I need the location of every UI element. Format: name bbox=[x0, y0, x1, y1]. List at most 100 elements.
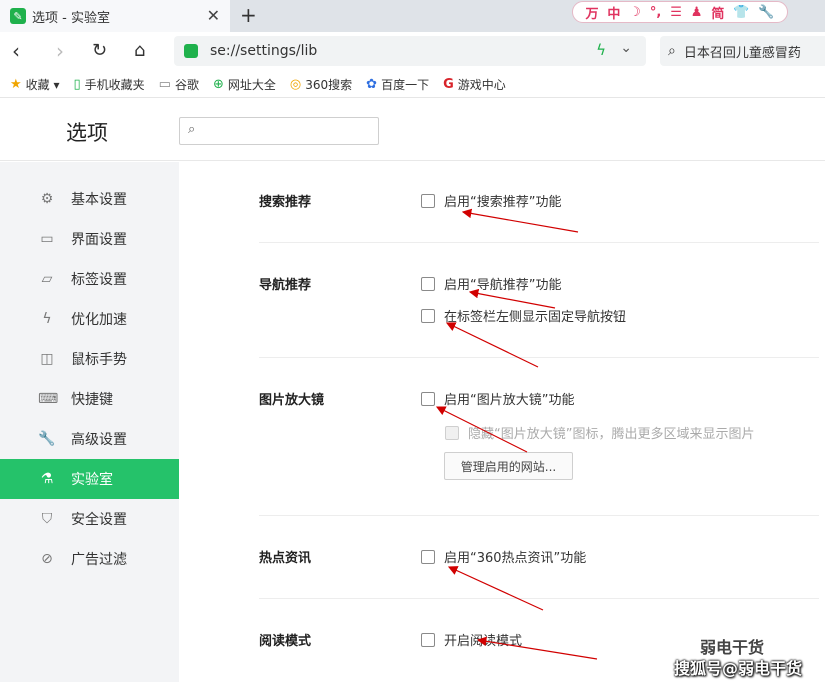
bookmark-360search[interactable]: ◎ 360搜索 bbox=[290, 76, 352, 93]
search-icon: ⌕ bbox=[188, 122, 196, 137]
search-box[interactable]: ⌕ 日本召回儿童感冒药 bbox=[660, 36, 825, 66]
chevron-down-icon[interactable]: ⌄ bbox=[620, 40, 632, 56]
bookmark-label: 360搜索 bbox=[305, 78, 353, 92]
bookmark-label: 收藏 ▾ bbox=[25, 78, 60, 92]
bookmarks-bar: ★ 收藏 ▾ ▯ 手机收藏夹 ▭ 谷歌 ⊕ 网址大全 ◎ 360搜索 ✿ 百度一下 G 游戏中… bbox=[0, 72, 825, 98]
toolstrip-icon[interactable]: ♟ bbox=[691, 5, 703, 20]
bookmark-label: 谷歌 bbox=[174, 78, 199, 92]
sidebar-item-tabs[interactable]: ▱ 标签设置 bbox=[0, 259, 179, 299]
sidebar-item-label: 快捷键 bbox=[71, 392, 113, 408]
laptop-icon: ▱ bbox=[41, 271, 53, 287]
close-tab-icon[interactable]: ✕ bbox=[207, 6, 220, 25]
magnifier-checkbox[interactable]: 启用“图片放大镜”功能 bbox=[421, 389, 574, 408]
bookmark-games[interactable]: G 游戏中心 bbox=[443, 76, 506, 93]
checkbox-box[interactable] bbox=[421, 632, 435, 647]
option-label: 启用“图片放大镜”功能 bbox=[444, 393, 575, 408]
back-arrow-icon[interactable]: ‹ bbox=[12, 39, 20, 63]
toolstrip-icon[interactable]: °, bbox=[650, 5, 661, 20]
option-label: 启用“导航推荐”功能 bbox=[444, 278, 562, 293]
settings-search-input[interactable]: ⌕ bbox=[179, 117, 379, 145]
lightning-icon: ϟ bbox=[42, 311, 52, 327]
new-tab-button[interactable]: + bbox=[240, 3, 257, 27]
toolstrip-icon[interactable]: 中 bbox=[607, 3, 620, 22]
toolstrip: 万 中 ☽ °, ☰ ♟ 简 👕 🔧 bbox=[572, 1, 788, 23]
hide-magnifier-icon-checkbox[interactable]: 隐藏“图片放大镜”图标，腾出更多区域来显示图片 bbox=[445, 423, 754, 442]
sidebar-item-speed[interactable]: ϟ 优化加速 bbox=[0, 299, 179, 339]
sidebar-item-lab[interactable]: ⚗ 实验室 bbox=[0, 459, 179, 499]
section-search-recommend: 搜索推荐 启用“搜索推荐”功能 bbox=[259, 162, 819, 243]
sidebar-item-label: 安全设置 bbox=[71, 512, 127, 528]
sidebar-item-security[interactable]: ⛉ 安全设置 bbox=[0, 499, 179, 539]
toolstrip-icon[interactable]: 👕 bbox=[733, 5, 749, 20]
option-label: 开启阅读模式 bbox=[444, 634, 523, 649]
section-nav-recommend: 导航推荐 启用“导航推荐”功能 在标签栏左侧显示固定导航按钮 bbox=[259, 243, 819, 358]
settings-content: 搜索推荐 启用“搜索推荐”功能 导航推荐 启用“导航推荐”功能 在标签栏左侧显示… bbox=[179, 162, 825, 682]
bookmark-directory[interactable]: ⊕ 网址大全 bbox=[213, 76, 276, 93]
search-icon: ⌕ bbox=[668, 43, 676, 59]
home-icon[interactable]: ⌂ bbox=[134, 40, 145, 61]
search-recommend-checkbox[interactable]: 启用“搜索推荐”功能 bbox=[421, 191, 561, 210]
reading-mode-checkbox[interactable]: 开启阅读模式 bbox=[421, 630, 522, 649]
page-icon: ▭ bbox=[158, 77, 171, 92]
sidebar-item-adblock[interactable]: ⊘ 广告过滤 bbox=[0, 539, 179, 579]
keyboard-icon: ⌨ bbox=[38, 391, 59, 407]
reload-icon[interactable]: ↻ bbox=[92, 40, 107, 61]
hot-news-checkbox[interactable]: 启用“360热点资讯”功能 bbox=[421, 547, 586, 566]
toolstrip-icon[interactable]: 🔧 bbox=[758, 5, 774, 20]
sidebar-item-label: 标签设置 bbox=[71, 272, 127, 288]
tab-title: 选项 - 实验室 bbox=[32, 10, 110, 26]
tab-bar: ✎ 选项 - 实验室 ✕ + 万 中 ☽ °, ☰ ♟ 简 👕 🔧 bbox=[0, 0, 825, 32]
sidebar-item-advanced[interactable]: 🔧 高级设置 bbox=[0, 419, 179, 459]
speed-mode-icon[interactable]: ϟ bbox=[596, 41, 606, 59]
sidebar-item-label: 实验室 bbox=[71, 472, 113, 488]
option-label: 启用“搜索推荐”功能 bbox=[444, 195, 562, 210]
settings-sidebar: ⚙ 基本设置 ▭ 界面设置 ▱ 标签设置 ϟ 优化加速 ◫ 鼠标手势 ⌨ 快捷键 🔧 高级设置… bbox=[0, 162, 179, 682]
section-title: 图片放大镜 bbox=[259, 393, 325, 408]
wrench-icon: 🔧 bbox=[38, 431, 56, 447]
forward-arrow-icon[interactable]: › bbox=[56, 39, 64, 63]
fixed-nav-button-checkbox[interactable]: 在标签栏左侧显示固定导航按钮 bbox=[421, 306, 626, 325]
window-icon: ▭ bbox=[40, 231, 54, 247]
tab-settings[interactable]: ✎ 选项 - 实验室 ✕ bbox=[0, 0, 230, 32]
watermark-source: 搜狐号@弱电干货 bbox=[674, 659, 803, 678]
toolstrip-icon[interactable]: ☽ bbox=[629, 5, 641, 20]
bookmark-favorites[interactable]: ★ 收藏 ▾ bbox=[10, 76, 60, 93]
checkbox-box[interactable] bbox=[421, 391, 435, 406]
checkbox-box[interactable] bbox=[445, 425, 459, 440]
checkbox-box[interactable] bbox=[421, 308, 435, 323]
option-label: 启用“360热点资讯”功能 bbox=[444, 551, 587, 566]
sidebar-item-basic[interactable]: ⚙ 基本设置 bbox=[0, 179, 179, 219]
sidebar-item-label: 基本设置 bbox=[71, 192, 127, 208]
mouse-icon: ◫ bbox=[40, 351, 54, 367]
checkbox-box[interactable] bbox=[421, 276, 435, 291]
navigation-bar: ‹ › ↻ ⌂ se://settings/lib ϟ ⌄ ⌕ 日本召回儿童感冒… bbox=[0, 32, 825, 72]
settings-header: 选项 ⌕ bbox=[0, 99, 825, 161]
section-title: 搜索推荐 bbox=[259, 195, 312, 210]
nav-recommend-checkbox[interactable]: 启用“导航推荐”功能 bbox=[421, 274, 561, 293]
flask-icon: ⚗ bbox=[40, 471, 54, 487]
url-text: se://settings/lib bbox=[210, 43, 318, 59]
toolstrip-icon[interactable]: 万 bbox=[585, 3, 598, 22]
bookmark-label: 百度一下 bbox=[381, 78, 430, 92]
sidebar-item-interface[interactable]: ▭ 界面设置 bbox=[0, 219, 179, 259]
option-label: 在标签栏左侧显示固定导航按钮 bbox=[444, 310, 627, 325]
address-bar[interactable]: se://settings/lib ϟ ⌄ bbox=[174, 36, 646, 66]
bookmark-baidu[interactable]: ✿ 百度一下 bbox=[366, 76, 429, 93]
game-center-icon: G bbox=[443, 77, 454, 92]
bookmark-mobile[interactable]: ▯ 手机收藏夹 bbox=[74, 76, 145, 93]
browser-logo-icon: ✎ bbox=[10, 8, 26, 24]
bookmark-label: 手机收藏夹 bbox=[84, 78, 145, 92]
checkbox-box[interactable] bbox=[421, 193, 435, 208]
toolstrip-icon[interactable]: ☰ bbox=[670, 5, 682, 20]
sidebar-item-shortcuts[interactable]: ⌨ 快捷键 bbox=[0, 379, 179, 419]
checkbox-box[interactable] bbox=[421, 549, 435, 564]
page-title: 选项 bbox=[66, 121, 108, 145]
section-hot-news: 热点资讯 启用“360热点资讯”功能 bbox=[259, 516, 819, 599]
toolstrip-icon[interactable]: 简 bbox=[711, 3, 724, 22]
sidebar-item-mouse[interactable]: ◫ 鼠标手势 bbox=[0, 339, 179, 379]
bookmark-google[interactable]: ▭ 谷歌 bbox=[159, 76, 199, 93]
shield-icon: ⛉ bbox=[41, 511, 53, 527]
manage-sites-button[interactable]: 管理启用的网站... bbox=[444, 452, 573, 480]
option-label: 隐藏“图片放大镜”图标，腾出更多区域来显示图片 bbox=[468, 427, 755, 442]
sidebar-item-label: 界面设置 bbox=[71, 232, 127, 248]
